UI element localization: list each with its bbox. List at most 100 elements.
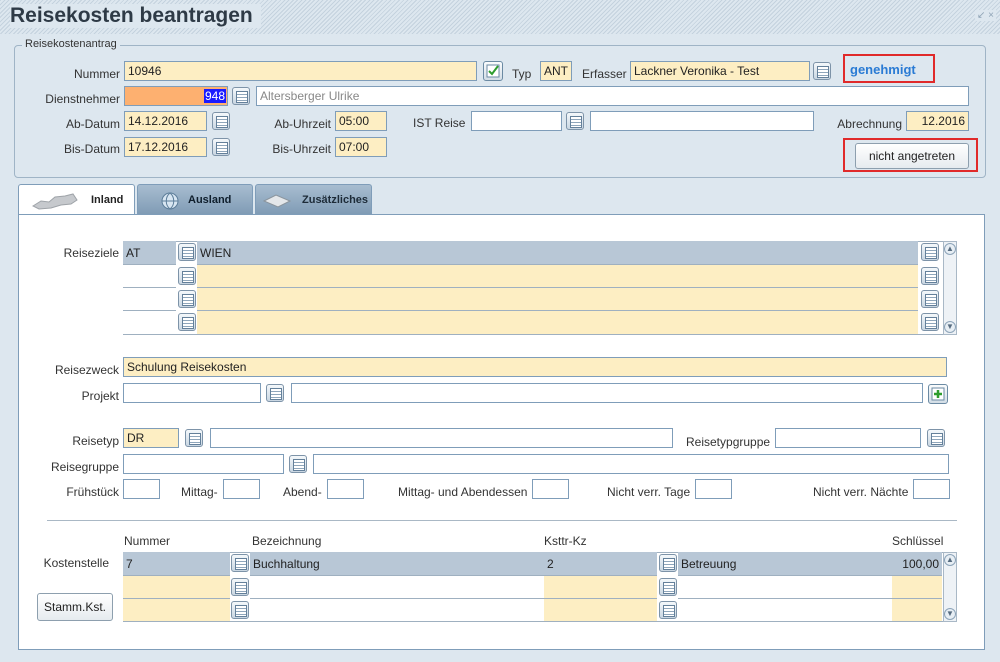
reiseziel-land-lookup-icon[interactable] bbox=[178, 290, 196, 308]
reiseziel-ort-3[interactable] bbox=[197, 288, 918, 311]
kst-ksttr-bez-2[interactable] bbox=[678, 576, 892, 599]
kst-ksttr-bez-1[interactable]: Betreuung bbox=[678, 552, 892, 576]
mittag-abend-label: Mittag- und Abendessen bbox=[398, 485, 528, 499]
ist-reise-name-field[interactable] bbox=[590, 111, 814, 131]
kostenstellen-scrollbar[interactable]: ▲ ▼ bbox=[943, 552, 957, 622]
kst-nummer-1[interactable]: 7 bbox=[123, 552, 230, 576]
ab-uhrzeit-label: Ab-Uhrzeit bbox=[274, 117, 331, 131]
kst-ksttr-1[interactable]: 2 bbox=[544, 552, 657, 576]
kst-bezeichnung-3[interactable] bbox=[250, 599, 544, 621]
kst-schluessel-1[interactable]: 100,00 bbox=[892, 552, 942, 576]
kst-ksttr-lookup-icon[interactable] bbox=[659, 554, 677, 572]
scroll-up-icon[interactable]: ▲ bbox=[944, 243, 956, 255]
erfasser-label: Erfasser bbox=[582, 67, 627, 81]
reiseziel-land-lookup-icon[interactable] bbox=[178, 267, 196, 285]
erfasser-field[interactable]: Lackner Veronika - Test bbox=[630, 61, 810, 81]
reisezweck-field[interactable]: Schulung Reisekosten bbox=[123, 357, 947, 377]
abrechnung-field[interactable]: 12.2016 bbox=[906, 111, 969, 131]
reiseziel-ort-4[interactable] bbox=[197, 311, 918, 334]
ab-datum-calendar-icon[interactable] bbox=[212, 112, 230, 130]
bis-datum-field[interactable]: 17.12.2016 bbox=[124, 137, 207, 157]
reiseziel-ort-2[interactable] bbox=[197, 265, 918, 288]
kst-ksttr-3[interactable] bbox=[544, 599, 657, 621]
kst-bezeichnung-2[interactable] bbox=[250, 576, 544, 599]
ist-reise-field[interactable] bbox=[471, 111, 562, 131]
bis-uhrzeit-field[interactable]: 07:00 bbox=[335, 137, 387, 157]
tab-ausland[interactable]: Ausland bbox=[137, 184, 253, 215]
reisetyp-field[interactable]: DR bbox=[123, 428, 179, 448]
scroll-down-icon[interactable]: ▼ bbox=[944, 608, 956, 620]
reiseziel-ort-lookup-icon[interactable] bbox=[921, 243, 939, 261]
kst-nummer-lookup-icon[interactable] bbox=[231, 601, 249, 619]
reiseziel-land-3[interactable] bbox=[123, 288, 176, 311]
reiseziel-ort-lookup-icon[interactable] bbox=[921, 290, 939, 308]
kst-bezeichnung-1[interactable]: Buchhaltung bbox=[250, 552, 544, 576]
dienstnehmer-name-field[interactable]: Altersberger Ulrike bbox=[256, 86, 969, 106]
kst-ksttr-2[interactable] bbox=[544, 576, 657, 599]
mittag-field[interactable] bbox=[223, 479, 260, 499]
scroll-down-icon[interactable]: ▼ bbox=[944, 321, 956, 333]
abend-label: Abend- bbox=[283, 485, 322, 499]
reiseziele-scrollbar[interactable]: ▲ ▼ bbox=[943, 241, 957, 335]
fruehstueck-label: Frühstück bbox=[66, 485, 119, 499]
stamm-kst-button[interactable]: Stamm.Kst. bbox=[37, 593, 113, 621]
add-projekt-icon[interactable] bbox=[928, 384, 948, 404]
reisegruppe-field[interactable] bbox=[123, 454, 284, 474]
nicht-verr-naechte-field[interactable] bbox=[913, 479, 950, 499]
nicht-verr-tage-field[interactable] bbox=[695, 479, 732, 499]
reiseziel-land-lookup-icon[interactable] bbox=[178, 313, 196, 331]
status-link[interactable]: genehmigt bbox=[850, 62, 916, 77]
typ-field[interactable]: ANT bbox=[540, 61, 572, 81]
ab-uhrzeit-field[interactable]: 05:00 bbox=[335, 111, 387, 131]
document-icon bbox=[262, 194, 292, 208]
projekt-field[interactable] bbox=[123, 383, 261, 403]
dienstnehmer-nr-field[interactable]: 948 bbox=[124, 86, 228, 106]
reisetyp-label: Reisetyp bbox=[72, 434, 119, 448]
ab-datum-label: Ab-Datum bbox=[65, 117, 120, 131]
kst-ksttr-bez-3[interactable] bbox=[678, 599, 892, 621]
reisetypgruppe-field[interactable] bbox=[775, 428, 921, 448]
kst-ksttr-lookup-icon[interactable] bbox=[659, 578, 677, 596]
bis-datum-calendar-icon[interactable] bbox=[212, 138, 230, 156]
reiseziel-ort-lookup-icon[interactable] bbox=[921, 313, 939, 331]
reiseziel-land-1[interactable]: AT bbox=[123, 241, 176, 265]
tab-inland[interactable]: Inland bbox=[18, 184, 135, 215]
nicht-angetreten-button[interactable]: nicht angetreten bbox=[855, 143, 969, 169]
kst-nummer-2[interactable] bbox=[123, 576, 230, 599]
reiseziel-land-lookup-icon[interactable] bbox=[178, 243, 196, 261]
typ-label: Typ bbox=[512, 67, 532, 81]
reisegruppe-label: Reisegruppe bbox=[50, 460, 119, 474]
mittag-abend-field[interactable] bbox=[532, 479, 569, 499]
reiseziel-land-2[interactable] bbox=[123, 265, 176, 288]
projekt-name-field[interactable] bbox=[291, 383, 923, 403]
check-icon[interactable] bbox=[483, 61, 503, 81]
kst-schluessel-2[interactable] bbox=[892, 576, 942, 599]
abend-field[interactable] bbox=[327, 479, 364, 499]
reisetypgruppe-lookup-icon[interactable] bbox=[927, 429, 945, 447]
kst-schluessel-3[interactable] bbox=[892, 599, 942, 621]
kst-nummer-lookup-icon[interactable] bbox=[231, 554, 249, 572]
reisetyp-name-field[interactable] bbox=[210, 428, 673, 448]
kst-nummer-3[interactable] bbox=[123, 599, 230, 621]
nummer-label: Nummer bbox=[73, 67, 120, 81]
scroll-up-icon[interactable]: ▲ bbox=[944, 554, 956, 566]
reiseziel-ort-1[interactable]: WIEN bbox=[197, 241, 918, 265]
fruehstueck-field[interactable] bbox=[123, 479, 160, 499]
kst-nummer-lookup-icon[interactable] bbox=[231, 578, 249, 596]
tab-zusaetzliches[interactable]: Zusätzliches bbox=[255, 184, 372, 215]
window-controls[interactable]: ↙ × bbox=[975, 10, 996, 21]
projekt-lookup-icon[interactable] bbox=[266, 384, 284, 402]
erfasser-lookup-icon[interactable] bbox=[813, 62, 831, 80]
reiseziel-ort-lookup-icon[interactable] bbox=[921, 267, 939, 285]
reisetypgruppe-label: Reisetypgruppe bbox=[686, 435, 771, 449]
ab-datum-field[interactable]: 14.12.2016 bbox=[124, 111, 207, 131]
austria-map-icon bbox=[31, 193, 78, 210]
reiseziel-land-4[interactable] bbox=[123, 311, 176, 334]
dienstnehmer-lookup-icon[interactable] bbox=[232, 87, 250, 105]
nummer-field[interactable]: 10946 bbox=[124, 61, 477, 81]
kst-ksttr-lookup-icon[interactable] bbox=[659, 601, 677, 619]
reisetyp-lookup-icon[interactable] bbox=[185, 429, 203, 447]
ist-reise-lookup-icon[interactable] bbox=[566, 112, 584, 130]
reisegruppe-lookup-icon[interactable] bbox=[289, 455, 307, 473]
reisegruppe-name-field[interactable] bbox=[313, 454, 949, 474]
